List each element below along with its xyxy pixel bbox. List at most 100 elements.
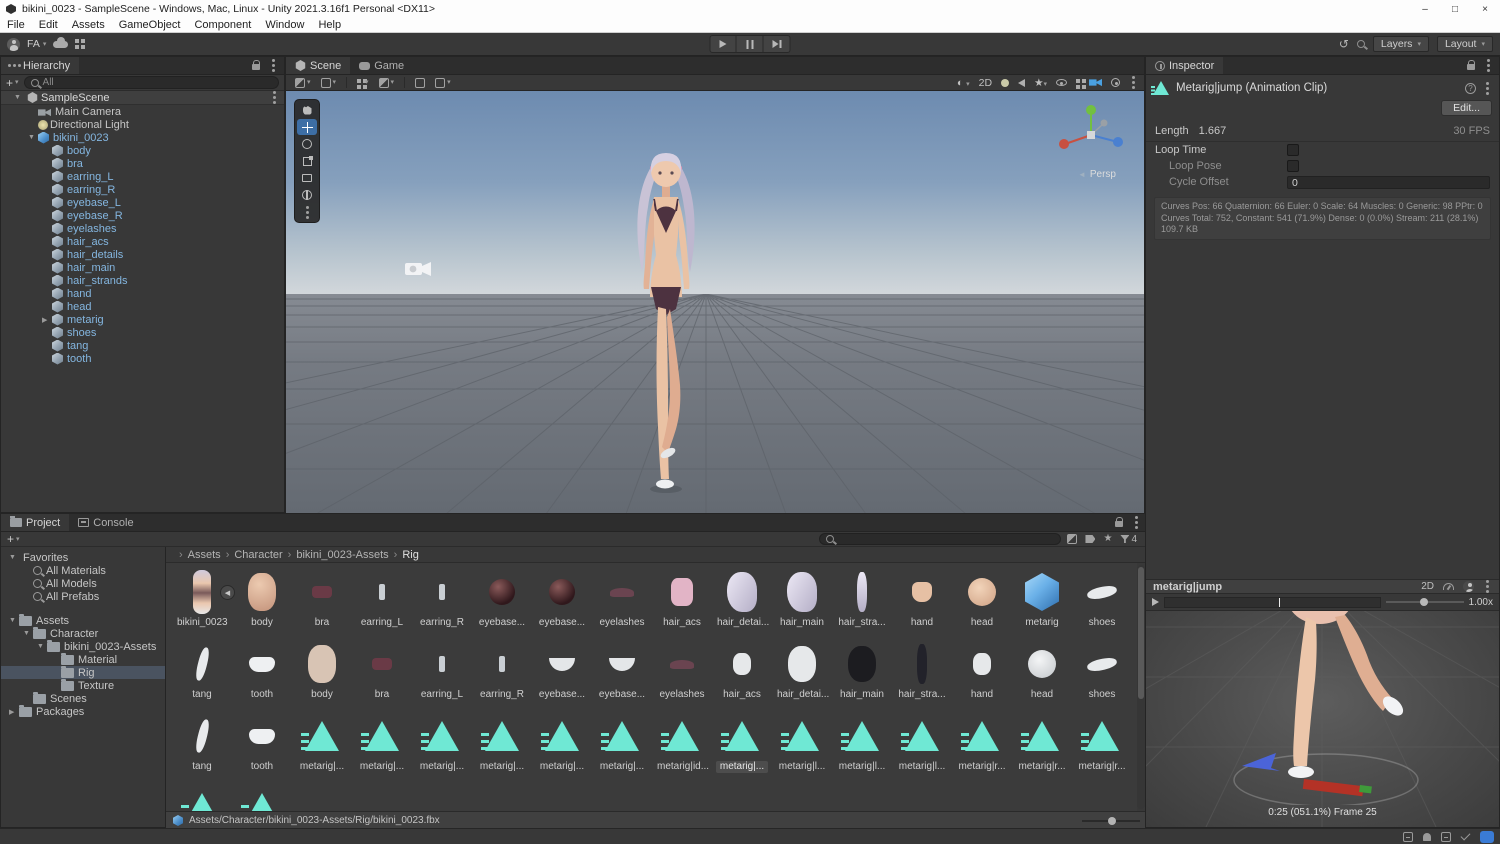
asset-item[interactable]: metarig|... [412, 712, 472, 784]
asset-item[interactable]: bra [292, 568, 352, 640]
orientation-gizmo[interactable] [1052, 99, 1130, 171]
rotate-tool[interactable] [297, 136, 317, 152]
kebab-menu-icon[interactable] [1486, 585, 1489, 588]
asset-item[interactable] [172, 784, 232, 811]
scene-viewport[interactable]: ◄Persp [286, 91, 1144, 514]
hierarchy-item[interactable]: eyebase_L [1, 196, 284, 209]
2d-toggle[interactable]: 2D [979, 77, 992, 89]
grid-snap-dropdown[interactable]: ▾ [376, 78, 398, 88]
folder-item[interactable]: ▼ Favorites [1, 551, 165, 564]
snap-settings-dropdown[interactable]: ▾ [318, 78, 340, 88]
asset-item[interactable] [232, 784, 292, 811]
activity-badge[interactable] [1480, 831, 1494, 843]
scene-audio-toggle[interactable] [1018, 79, 1025, 87]
breadcrumb-item[interactable]: › bikini_0023-Assets [283, 549, 389, 561]
asset-item[interactable]: metarig|l... [892, 712, 952, 784]
tasks-done-icon[interactable] [1461, 830, 1471, 840]
menu-item[interactable]: Edit [32, 19, 65, 31]
hierarchy-item[interactable]: hair_main [1, 261, 284, 274]
layers-dropdown[interactable]: Layers▾ [1373, 36, 1429, 52]
playhead[interactable] [1279, 598, 1280, 607]
account-dropdown[interactable]: FA▾ [27, 38, 46, 50]
kebab-menu-icon[interactable] [272, 64, 275, 67]
notifications-icon[interactable] [1423, 833, 1431, 841]
asset-item[interactable]: metarig|... [292, 712, 352, 784]
menu-item[interactable]: Help [311, 19, 348, 31]
asset-item[interactable]: head [952, 568, 1012, 640]
shading-mode-dropdown[interactable]: ◐ ▾ [957, 77, 970, 89]
view-tool[interactable] [297, 102, 317, 118]
preview-avatar-icon[interactable] [1463, 581, 1474, 592]
hierarchy-item[interactable]: hair_acs [1, 235, 284, 248]
transform-tool[interactable] [297, 187, 317, 203]
move-snap-toggle[interactable] [412, 78, 428, 88]
asset-item[interactable]: hair_main [832, 640, 892, 712]
lock-icon[interactable] [252, 64, 260, 70]
tab-inspector[interactable]: Inspector [1146, 57, 1223, 74]
scene-camera-settings[interactable] [1089, 78, 1102, 87]
search-icon[interactable] [1357, 40, 1365, 48]
asset-item[interactable]: hair_stra... [832, 568, 892, 640]
asset-item[interactable]: ◀ bikini_0023 [172, 568, 232, 640]
slider-thumb[interactable] [1420, 598, 1428, 606]
asset-item[interactable]: metarig|... [532, 712, 592, 784]
rect-tool[interactable] [297, 170, 317, 186]
asset-item[interactable]: earring_L [412, 640, 472, 712]
expand-arrow[interactable]: ▼ [28, 134, 38, 141]
asset-item[interactable]: hair_main [772, 568, 832, 640]
perspective-label[interactable]: ◄Persp [1078, 169, 1116, 180]
asset-item[interactable]: hair_acs [712, 640, 772, 712]
asset-item[interactable]: hair_acs [652, 568, 712, 640]
hierarchy-item[interactable]: eyelashes [1, 222, 284, 235]
lock-icon[interactable] [1467, 64, 1475, 70]
asset-item[interactable]: eyelashes [592, 568, 652, 640]
asset-item[interactable]: metarig|... [472, 712, 532, 784]
asset-item[interactable]: hand [952, 640, 1012, 712]
folder-item[interactable]: All Prefabs [1, 590, 165, 603]
asset-item[interactable]: body [232, 568, 292, 640]
asset-item[interactable]: eyebase... [592, 640, 652, 712]
scene-visibility-toggle[interactable] [1056, 79, 1067, 86]
folder-item[interactable]: All Models [1, 577, 165, 590]
panel-tab[interactable]: Project [1, 514, 69, 531]
asset-item[interactable]: shoes [1072, 640, 1132, 712]
asset-item[interactable]: bra [352, 640, 412, 712]
kebab-menu-icon[interactable] [273, 96, 276, 99]
hierarchy-item[interactable]: body [1, 144, 284, 157]
folder-item[interactable]: ▶ Packages [1, 705, 165, 718]
asset-item[interactable]: metarig|r... [952, 712, 1012, 784]
asset-item[interactable]: metarig|... [712, 712, 772, 784]
asset-item[interactable]: metarig|r... [1012, 712, 1072, 784]
asset-item[interactable]: metarig|r... [1072, 712, 1132, 784]
component-grid-icon[interactable] [1076, 79, 1080, 83]
expand-arrow[interactable]: ▶ [42, 316, 52, 324]
effects-dropdown[interactable]: ★▾ [1034, 77, 1047, 89]
hierarchy-search-input[interactable]: All [24, 76, 279, 89]
folder-item[interactable]: Rig [1, 666, 165, 679]
grid-visibility-dropdown[interactable]: ▾ [354, 79, 372, 87]
collapse-subassets-button[interactable]: ◀ [220, 585, 235, 600]
asset-item[interactable]: metarig|l... [772, 712, 832, 784]
cache-server-icon[interactable] [1441, 832, 1451, 842]
scrollbar-thumb[interactable] [1138, 567, 1144, 699]
custom-tool[interactable] [297, 204, 317, 220]
asset-item[interactable]: hand [892, 568, 952, 640]
step-button[interactable] [764, 35, 791, 53]
folder-item[interactable]: All Materials [1, 564, 165, 577]
kebab-menu-icon[interactable] [1132, 81, 1135, 84]
folder-item[interactable]: ▼ Character [1, 627, 165, 640]
asset-item[interactable]: tooth [232, 640, 292, 712]
edit-button[interactable]: Edit... [1441, 100, 1492, 116]
hierarchy-item[interactable]: bra [1, 157, 284, 170]
asset-item[interactable]: metarig|... [592, 712, 652, 784]
folder-item[interactable]: Material [1, 653, 165, 666]
menu-item[interactable]: Component [187, 19, 258, 31]
folder-item[interactable]: ▼ bikini_0023-Assets [1, 640, 165, 653]
scale-tool[interactable] [297, 153, 317, 169]
hierarchy-item[interactable]: ▶ metarig [1, 313, 284, 326]
view-tab[interactable]: Scene [286, 57, 350, 74]
scene-root-row[interactable]: ▼ SampleScene [1, 91, 284, 105]
tool-settings-dropdown[interactable]: ▾ [292, 78, 314, 88]
asset-grid[interactable]: ◀ bikini_0023 body [166, 563, 1137, 811]
expand-arrow[interactable]: ▶ [9, 708, 19, 716]
